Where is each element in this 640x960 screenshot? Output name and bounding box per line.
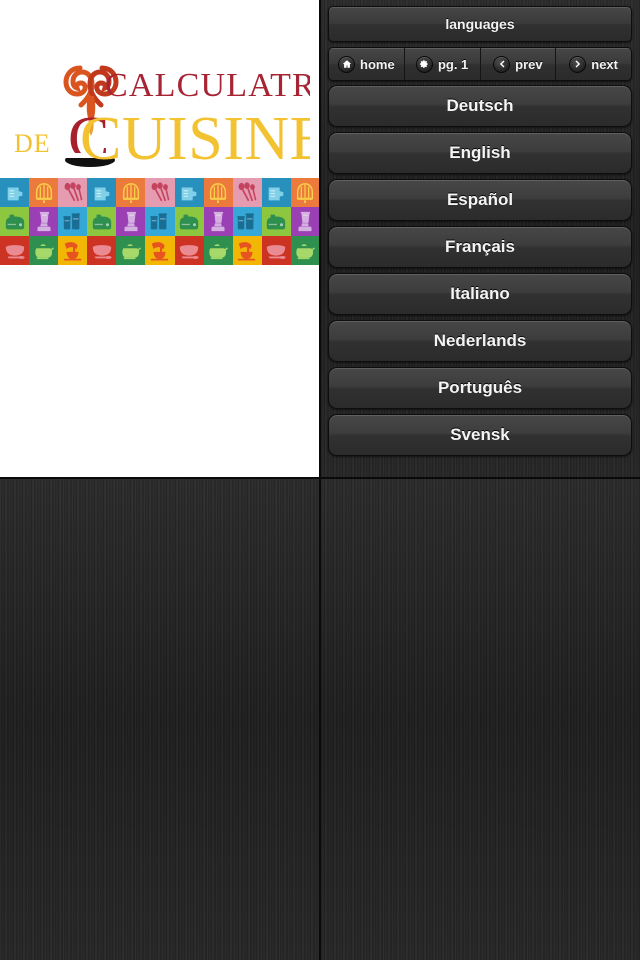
languages-title: languages [445, 16, 515, 32]
logo-icon-grid [0, 178, 320, 265]
measuring-jug-icon [0, 178, 30, 207]
language-list[interactable]: Deutsch English Español Français Italiano Ned… [328, 85, 632, 461]
lang-nav-next[interactable]: next [556, 48, 631, 80]
measuring-spoons-icon [232, 178, 262, 207]
toaster-icon [87, 207, 117, 236]
language-button-label: Español [446, 190, 514, 209]
language-button-español[interactable]: Español [328, 179, 632, 221]
logo-panel: CALCULATRICE DE C CUISINE [0, 0, 320, 478]
nav-button-label: next [591, 56, 618, 72]
chevron-right-icon [569, 55, 587, 73]
canisters-icon [232, 207, 262, 236]
whisk-icon [116, 178, 146, 207]
logo-line2: CUISINE [80, 105, 310, 173]
logo-line1: CALCULATRICE [105, 67, 310, 104]
calculator-panel: homecal.1préc.suiv. 27 cuil. à cafémlmlc… [320, 478, 640, 960]
stand-mixer-icon [232, 236, 262, 265]
language-button-nederlands[interactable]: Nederlands [328, 320, 632, 362]
language-button-label: Deutsch [446, 96, 514, 115]
mixing-bowl-icon [261, 236, 291, 265]
language-button-svensk[interactable]: Svensk [328, 414, 632, 456]
teapot-icon [290, 236, 320, 265]
panel-divider-horizontal-left [0, 477, 320, 479]
logo-line2-prefix: DE [14, 129, 51, 158]
language-button-label: Svensk [450, 425, 510, 444]
app-logo: CALCULATRICE DE C CUISINE [0, 56, 320, 176]
language-button-label: Português [437, 378, 523, 397]
canisters-icon [58, 207, 88, 236]
blender-icon [29, 207, 59, 236]
interface-panel: Interface languesdéveloppeur convertisse… [0, 478, 320, 960]
chevron-left-icon [493, 55, 511, 73]
measuring-spoons-icon [145, 178, 175, 207]
blender-icon [116, 207, 146, 236]
nav-button-label: pg. 1 [437, 56, 469, 72]
stand-mixer-icon [145, 236, 175, 265]
blender-icon [203, 207, 233, 236]
teapot-icon [29, 236, 59, 265]
teapot-icon [116, 236, 146, 265]
languages-panel: languages home pg. 1 prev next Deutsch Engli… [320, 0, 640, 478]
nav-button-label: home [360, 56, 395, 72]
mixing-bowl-icon [174, 236, 204, 265]
toaster-icon [0, 207, 30, 236]
whisk-icon [290, 178, 320, 207]
stand-mixer-icon [58, 236, 88, 265]
language-button-label: Français [445, 237, 515, 256]
canisters-icon [145, 207, 175, 236]
language-button-english[interactable]: English [328, 132, 632, 174]
gear-icon [415, 55, 433, 73]
whisk-icon [203, 178, 233, 207]
blender-icon [290, 207, 320, 236]
home-icon [338, 55, 356, 73]
lang-nav-prev[interactable]: prev [480, 48, 557, 80]
toaster-icon [174, 207, 204, 236]
measuring-jug-icon [87, 178, 117, 207]
language-button-português[interactable]: Português [328, 367, 632, 409]
language-button-label: English [449, 143, 511, 162]
whisk-icon [29, 178, 59, 207]
nav-button-label: prev [515, 56, 543, 72]
logo-artwork: CALCULATRICE DE C CUISINE [14, 65, 310, 173]
lang-nav-pg-1[interactable]: pg. 1 [404, 48, 481, 80]
measuring-jug-icon [174, 178, 204, 207]
language-button-label: Nederlands [433, 331, 527, 350]
language-button-label: Italiano [450, 284, 510, 303]
measuring-spoons-icon [58, 178, 88, 207]
mixing-bowl-icon [87, 236, 117, 265]
languages-title-bar: languages [328, 6, 632, 42]
toaster-icon [261, 207, 291, 236]
mixing-bowl-icon [0, 236, 30, 265]
measuring-jug-icon [261, 178, 291, 207]
lang-nav-home[interactable]: home [329, 48, 405, 80]
languages-nav-bar[interactable]: home pg. 1 prev next [328, 47, 632, 81]
teapot-icon [203, 236, 233, 265]
language-button-deutsch[interactable]: Deutsch [328, 85, 632, 127]
language-button-italiano[interactable]: Italiano [328, 273, 632, 315]
language-button-français[interactable]: Français [328, 226, 632, 268]
